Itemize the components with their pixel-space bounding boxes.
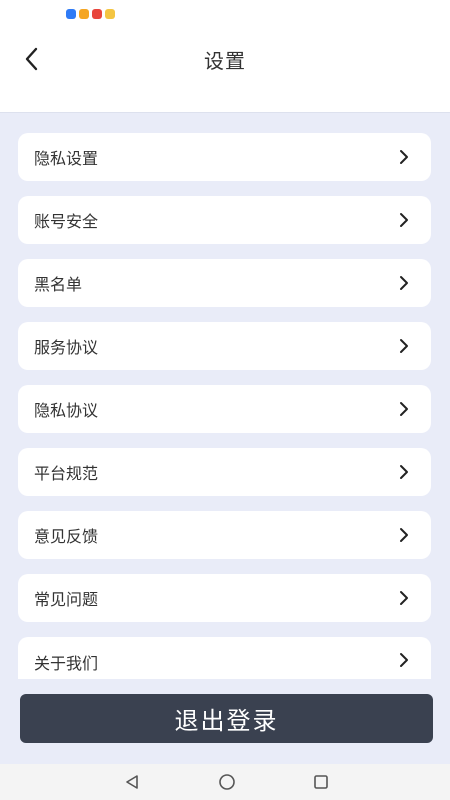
status-app-icons	[66, 9, 115, 19]
menu-item-about-us[interactable]: 关于我们	[18, 637, 431, 679]
menu-item-label: 账号安全	[34, 212, 99, 231]
chevron-right-icon	[399, 590, 409, 606]
status-bar	[0, 0, 450, 28]
chevron-right-icon	[399, 652, 409, 668]
triangle-back-icon[interactable]	[122, 772, 142, 792]
chevron-right-icon	[399, 338, 409, 354]
menu-item-feedback[interactable]: 意见反馈	[18, 511, 431, 559]
menu-item-privacy-settings[interactable]: 隐私设置	[18, 133, 431, 181]
settings-content: 隐私设置 账号安全 黑名单 服务协议 隐私协议 平台规范 意见反馈 常见问题 关…	[0, 112, 450, 764]
menu-item-label: 平台规范	[34, 464, 99, 483]
menu-item-blacklist[interactable]: 黑名单	[18, 259, 431, 307]
menu-item-faq[interactable]: 常见问题	[18, 574, 431, 622]
menu-item-service-agreement[interactable]: 服务协议	[18, 322, 431, 370]
chevron-right-icon	[399, 212, 409, 228]
chevron-right-icon	[399, 527, 409, 543]
menu-item-label: 关于我们	[34, 654, 99, 673]
menu-item-label: 服务协议	[34, 338, 99, 357]
menu-item-platform-rules[interactable]: 平台规范	[18, 448, 431, 496]
app-icon-2	[79, 9, 89, 19]
chevron-right-icon	[399, 149, 409, 165]
system-nav-bar	[0, 764, 450, 800]
logout-button[interactable]: 退出登录	[20, 694, 433, 743]
menu-item-label: 隐私协议	[34, 401, 99, 420]
app-icon-3	[92, 9, 102, 19]
chevron-right-icon	[399, 401, 409, 417]
settings-screen: 设置 隐私设置 账号安全 黑名单 服务协议 隐私协议 平台规范 意见反馈 常见问…	[0, 0, 450, 800]
menu-item-label: 黑名单	[34, 275, 83, 294]
square-recents-icon[interactable]	[311, 772, 331, 792]
app-icon-1	[66, 9, 76, 19]
circle-home-icon[interactable]	[217, 772, 237, 792]
page-title: 设置	[204, 49, 246, 73]
menu-item-label: 隐私设置	[34, 149, 99, 168]
chevron-right-icon	[399, 464, 409, 480]
menu-item-label: 意见反馈	[34, 527, 99, 546]
header: 设置	[0, 28, 450, 112]
menu-item-label: 常见问题	[34, 590, 99, 609]
menu-item-account-security[interactable]: 账号安全	[18, 196, 431, 244]
app-icon-4	[105, 9, 115, 19]
chevron-right-icon	[399, 275, 409, 291]
menu-item-privacy-agreement[interactable]: 隐私协议	[18, 385, 431, 433]
